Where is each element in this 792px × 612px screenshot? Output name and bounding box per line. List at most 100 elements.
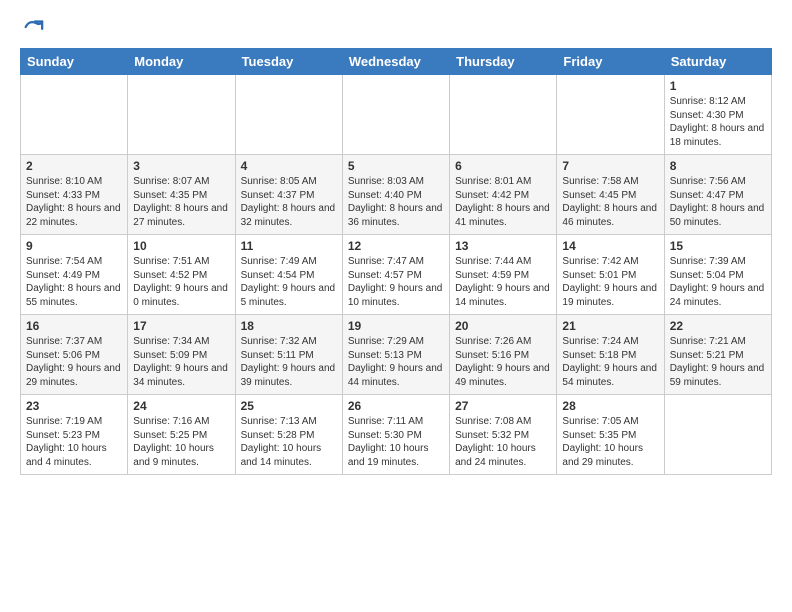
calendar-cell (128, 75, 235, 155)
day-number: 28 (562, 399, 658, 413)
day-number: 9 (26, 239, 122, 253)
calendar-cell: 26 Sunrise: 7:11 AM Sunset: 5:30 PM Dayli… (342, 395, 449, 475)
day-number: 19 (348, 319, 444, 333)
day-info: Sunrise: 8:07 AM Sunset: 4:35 PM Dayligh… (133, 175, 229, 229)
day-number: 14 (562, 239, 658, 253)
calendar-cell: 13Sunrise: 7:44 AM Sunset: 4:59 PM Dayli… (450, 235, 557, 315)
day-number: 26 (348, 399, 444, 413)
calendar-cell: 17 Sunrise: 7:34 AM Sunset: 5:09 PM Dayli… (128, 315, 235, 395)
header (20, 16, 772, 38)
calendar-week-row: 2 Sunrise: 8:10 AM Sunset: 4:33 PM Daylig… (21, 155, 772, 235)
day-info: Sunrise: 7:11 AM Sunset: 5:30 PM Dayligh… (348, 415, 444, 469)
day-info: Sunrise: 7:16 AM Sunset: 5:25 PM Dayligh… (133, 415, 229, 469)
day-number: 1 (670, 79, 766, 93)
day-info: Sunrise: 7:47 AM Sunset: 4:57 PM Dayligh… (348, 255, 444, 309)
calendar-cell: 8 Sunrise: 7:56 AM Sunset: 4:47 PM Daylig… (664, 155, 771, 235)
calendar-cell: 6 Sunrise: 8:01 AM Sunset: 4:42 PM Daylig… (450, 155, 557, 235)
logo (20, 16, 44, 38)
day-info: Sunrise: 7:26 AM Sunset: 5:16 PM Dayligh… (455, 335, 551, 389)
day-info: Sunrise: 7:39 AM Sunset: 5:04 PM Dayligh… (670, 255, 766, 309)
day-info: Sunrise: 8:01 AM Sunset: 4:42 PM Dayligh… (455, 175, 551, 229)
day-number: 10 (133, 239, 229, 253)
calendar-cell: 20 Sunrise: 7:26 AM Sunset: 5:16 PM Dayli… (450, 315, 557, 395)
calendar-cell: 9 Sunrise: 7:54 AM Sunset: 4:49 PM Daylig… (21, 235, 128, 315)
calendar-cell (21, 75, 128, 155)
calendar-cell: 15 Sunrise: 7:39 AM Sunset: 5:04 PM Dayli… (664, 235, 771, 315)
calendar-week-row: 23 Sunrise: 7:19 AM Sunset: 5:23 PM Dayli… (21, 395, 772, 475)
day-info: Sunrise: 7:56 AM Sunset: 4:47 PM Dayligh… (670, 175, 766, 229)
logo-icon (22, 16, 44, 38)
calendar-cell: 18 Sunrise: 7:32 AM Sunset: 5:11 PM Dayli… (235, 315, 342, 395)
calendar-cell: 22Sunrise: 7:21 AM Sunset: 5:21 PM Dayli… (664, 315, 771, 395)
calendar-week-row: 16 Sunrise: 7:37 AM Sunset: 5:06 PM Dayli… (21, 315, 772, 395)
day-info: Sunrise: 7:05 AM Sunset: 5:35 PM Dayligh… (562, 415, 658, 469)
day-info: Sunrise: 7:54 AM Sunset: 4:49 PM Dayligh… (26, 255, 122, 309)
calendar-cell: 24 Sunrise: 7:16 AM Sunset: 5:25 PM Dayli… (128, 395, 235, 475)
day-number: 16 (26, 319, 122, 333)
calendar-cell: 27Sunrise: 7:08 AM Sunset: 5:32 PM Dayli… (450, 395, 557, 475)
calendar-week-row: 1 Sunrise: 8:12 AM Sunset: 4:30 PM Daylig… (21, 75, 772, 155)
calendar-cell: 5 Sunrise: 8:03 AM Sunset: 4:40 PM Daylig… (342, 155, 449, 235)
day-number: 18 (241, 319, 337, 333)
calendar-cell: 16 Sunrise: 7:37 AM Sunset: 5:06 PM Dayli… (21, 315, 128, 395)
day-number: 6 (455, 159, 551, 173)
day-number: 12 (348, 239, 444, 253)
day-info: Sunrise: 7:21 AM Sunset: 5:21 PM Dayligh… (670, 335, 766, 389)
calendar-cell: 1 Sunrise: 8:12 AM Sunset: 4:30 PM Daylig… (664, 75, 771, 155)
day-number: 23 (26, 399, 122, 413)
day-info: Sunrise: 7:37 AM Sunset: 5:06 PM Dayligh… (26, 335, 122, 389)
calendar: SundayMondayTuesdayWednesdayThursdayFrid… (20, 48, 772, 475)
calendar-cell: 12 Sunrise: 7:47 AM Sunset: 4:57 PM Dayli… (342, 235, 449, 315)
day-info: Sunrise: 7:19 AM Sunset: 5:23 PM Dayligh… (26, 415, 122, 469)
day-info: Sunrise: 7:42 AM Sunset: 5:01 PM Dayligh… (562, 255, 658, 309)
day-number: 17 (133, 319, 229, 333)
weekday-header-saturday: Saturday (664, 49, 771, 75)
day-number: 2 (26, 159, 122, 173)
day-number: 7 (562, 159, 658, 173)
calendar-cell: 23 Sunrise: 7:19 AM Sunset: 5:23 PM Dayli… (21, 395, 128, 475)
calendar-cell (664, 395, 771, 475)
day-number: 24 (133, 399, 229, 413)
day-number: 8 (670, 159, 766, 173)
calendar-cell: 14 Sunrise: 7:42 AM Sunset: 5:01 PM Dayli… (557, 235, 664, 315)
day-number: 3 (133, 159, 229, 173)
day-number: 15 (670, 239, 766, 253)
day-info: Sunrise: 7:08 AM Sunset: 5:32 PM Dayligh… (455, 415, 551, 469)
day-number: 4 (241, 159, 337, 173)
day-number: 21 (562, 319, 658, 333)
day-info: Sunrise: 8:10 AM Sunset: 4:33 PM Dayligh… (26, 175, 122, 229)
day-info: Sunrise: 8:03 AM Sunset: 4:40 PM Dayligh… (348, 175, 444, 229)
day-number: 5 (348, 159, 444, 173)
day-info: Sunrise: 7:44 AM Sunset: 4:59 PM Dayligh… (455, 255, 551, 309)
day-info: Sunrise: 7:58 AM Sunset: 4:45 PM Dayligh… (562, 175, 658, 229)
day-info: Sunrise: 7:29 AM Sunset: 5:13 PM Dayligh… (348, 335, 444, 389)
calendar-cell: 19 Sunrise: 7:29 AM Sunset: 5:13 PM Dayli… (342, 315, 449, 395)
calendar-cell: 7 Sunrise: 7:58 AM Sunset: 4:45 PM Daylig… (557, 155, 664, 235)
calendar-cell (342, 75, 449, 155)
weekday-header-tuesday: Tuesday (235, 49, 342, 75)
day-info: Sunrise: 7:32 AM Sunset: 5:11 PM Dayligh… (241, 335, 337, 389)
day-info: Sunrise: 8:12 AM Sunset: 4:30 PM Dayligh… (670, 95, 766, 149)
calendar-cell (450, 75, 557, 155)
calendar-cell: 10Sunrise: 7:51 AM Sunset: 4:52 PM Dayli… (128, 235, 235, 315)
calendar-cell: 28 Sunrise: 7:05 AM Sunset: 5:35 PM Dayli… (557, 395, 664, 475)
calendar-cell: 4 Sunrise: 8:05 AM Sunset: 4:37 PM Daylig… (235, 155, 342, 235)
weekday-header-wednesday: Wednesday (342, 49, 449, 75)
calendar-cell (557, 75, 664, 155)
day-info: Sunrise: 8:05 AM Sunset: 4:37 PM Dayligh… (241, 175, 337, 229)
calendar-cell: 2 Sunrise: 8:10 AM Sunset: 4:33 PM Daylig… (21, 155, 128, 235)
weekday-header-monday: Monday (128, 49, 235, 75)
day-info: Sunrise: 7:24 AM Sunset: 5:18 PM Dayligh… (562, 335, 658, 389)
day-info: Sunrise: 7:49 AM Sunset: 4:54 PM Dayligh… (241, 255, 337, 309)
day-number: 20 (455, 319, 551, 333)
calendar-cell: 25Sunrise: 7:13 AM Sunset: 5:28 PM Dayli… (235, 395, 342, 475)
day-number: 11 (241, 239, 337, 253)
calendar-week-row: 9 Sunrise: 7:54 AM Sunset: 4:49 PM Daylig… (21, 235, 772, 315)
calendar-cell: 21 Sunrise: 7:24 AM Sunset: 5:18 PM Dayli… (557, 315, 664, 395)
weekday-header-thursday: Thursday (450, 49, 557, 75)
calendar-cell: 3 Sunrise: 8:07 AM Sunset: 4:35 PM Daylig… (128, 155, 235, 235)
calendar-cell (235, 75, 342, 155)
day-info: Sunrise: 7:34 AM Sunset: 5:09 PM Dayligh… (133, 335, 229, 389)
weekday-header-sunday: Sunday (21, 49, 128, 75)
weekday-header-friday: Friday (557, 49, 664, 75)
